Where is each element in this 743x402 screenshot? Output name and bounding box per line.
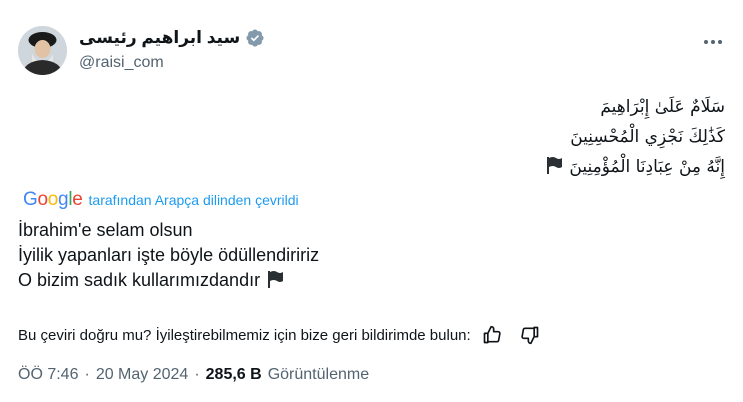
more-options-icon bbox=[704, 40, 722, 44]
avatar[interactable] bbox=[18, 26, 67, 75]
tweet-time[interactable]: ÖÖ 7:46 bbox=[18, 366, 78, 384]
original-tweet-text: سَلَامٌ عَلَىٰ إِبْرَاهِيمَ كَذَٰلِكَ نَ… bbox=[25, 92, 725, 185]
views-count[interactable]: 285,6 B bbox=[206, 366, 262, 384]
thumbs-down-button[interactable] bbox=[513, 322, 547, 348]
author-name-row: سید ابراهیم رئیسی bbox=[79, 28, 265, 48]
google-logo: Google bbox=[23, 189, 83, 210]
tweet-meta: ÖÖ 7:46 · 20 May 2024 · 285,6 B Görüntül… bbox=[18, 366, 369, 384]
translation-notice: Google tarafından Arapça dilinden çevril… bbox=[23, 189, 299, 211]
thumbs-up-icon bbox=[483, 325, 501, 344]
translated-line-3-wrapper: O bizim sadık kullarımızdandır bbox=[18, 268, 319, 296]
black-flag-icon bbox=[265, 269, 285, 296]
black-flag-icon bbox=[544, 155, 564, 185]
original-line-3: إِنَّهُ مِنْ عِبَادِنَا الْمُؤْمِنِينَ bbox=[569, 157, 725, 177]
author-handle[interactable]: @raisi_com bbox=[79, 54, 164, 72]
translated-line-3: O bizim sadık kullarımızdandır bbox=[18, 270, 261, 290]
meta-separator: · bbox=[84, 366, 90, 383]
author-display-name[interactable]: سید ابراهیم رئیسی bbox=[79, 28, 240, 48]
translated-line-1: İbrahim'e selam olsun bbox=[18, 220, 193, 240]
views-label: Görüntülenme bbox=[267, 366, 370, 383]
translated-tweet-text: İbrahim'e selam olsun İyilik yapanları i… bbox=[18, 218, 319, 296]
more-options-button[interactable] bbox=[698, 30, 728, 54]
original-line-3-wrapper: إِنَّهُ مِنْ عِبَادِنَا الْمُؤْمِنِينَ bbox=[25, 152, 725, 185]
thumbs-up-button[interactable] bbox=[475, 322, 509, 348]
original-line-1: سَلَامٌ عَلَىٰ إِبْرَاهِيمَ bbox=[600, 97, 725, 117]
meta-separator: · bbox=[194, 366, 200, 383]
feedback-prompt: Bu çeviri doğru mu? İyileştirebilmemiz i… bbox=[18, 326, 471, 344]
thumbs-down-icon bbox=[521, 326, 539, 345]
translation-notice-text[interactable]: tarafından Arapça dilinden çevrildi bbox=[89, 192, 299, 208]
verified-badge-icon[interactable] bbox=[245, 28, 265, 48]
translated-line-2: İyilik yapanları işte böyle ödüllendirir… bbox=[18, 245, 320, 265]
tweet-date[interactable]: 20 May 2024 bbox=[96, 366, 189, 384]
original-line-2: كَذَٰلِكَ نَجْزِي الْمُحْسِنِينَ bbox=[570, 127, 725, 147]
avatar-portrait-icon bbox=[18, 26, 67, 75]
translation-feedback: Bu çeviri doğru mu? İyileştirebilmemiz i… bbox=[18, 322, 547, 348]
tweet-header: سید ابراهیم رئیسی @raisi_com bbox=[18, 24, 728, 78]
